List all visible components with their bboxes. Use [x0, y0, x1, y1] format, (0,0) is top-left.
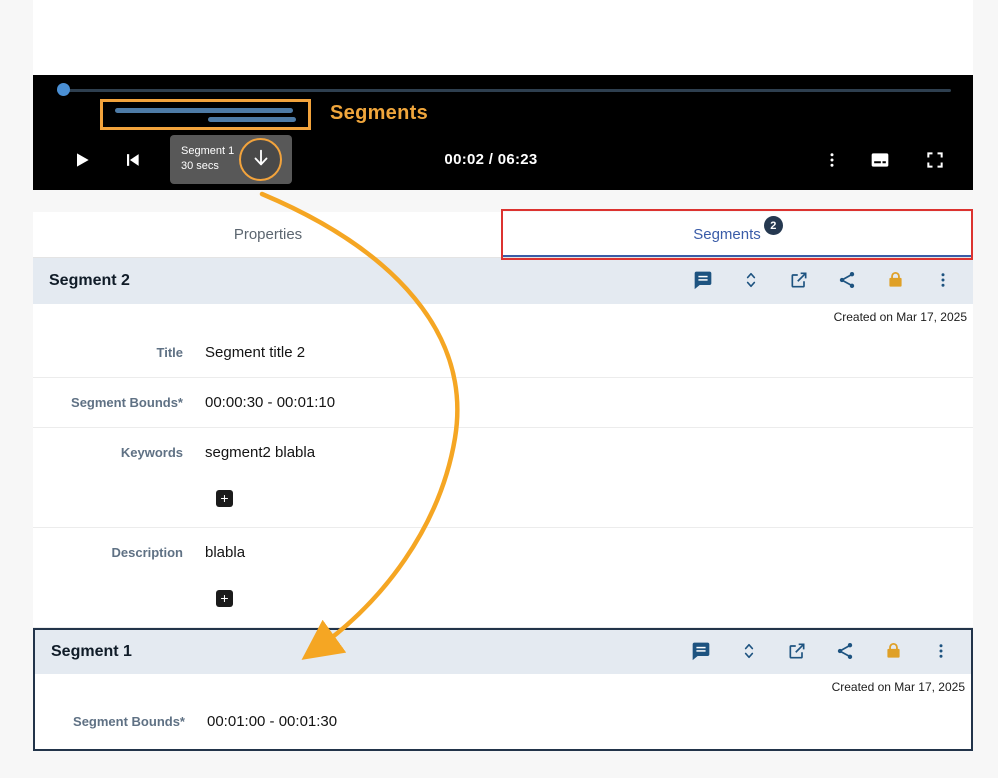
open-in-new-button[interactable] — [787, 642, 807, 662]
scroll-to-segment-button[interactable] — [239, 138, 282, 181]
video-player: Segments Segment 1 30 secs 00:02 / 06:23 — [33, 75, 973, 190]
add-keyword-button[interactable]: + — [216, 490, 233, 507]
comment-icon — [691, 641, 711, 664]
segment-menu-button[interactable] — [931, 642, 951, 662]
play-icon — [72, 150, 92, 170]
share-icon — [837, 270, 857, 293]
seek-handle[interactable] — [57, 83, 70, 96]
field-label: Keywords — [33, 443, 183, 507]
segment-2-header: Segment 2 — [33, 258, 973, 304]
segment-card-2: Segment 2 — [33, 258, 973, 628]
comment-icon — [693, 270, 713, 293]
open-in-new-button[interactable] — [789, 271, 809, 291]
collapse-expand-button[interactable] — [739, 642, 759, 662]
segments-count-badge: 2 — [764, 216, 783, 235]
field-row-bounds: Segment Bounds* 00:00:30 - 00:01:10 — [33, 378, 973, 428]
segment-menu-button[interactable] — [933, 271, 953, 291]
field-row-bounds: Segment Bounds* 00:01:00 - 00:01:30 — [35, 698, 971, 749]
fullscreen-icon — [925, 150, 945, 170]
unfold-more-icon — [741, 270, 761, 293]
more-vert-icon — [934, 271, 952, 292]
tab-properties[interactable]: Properties — [33, 212, 503, 257]
page: { "player": { "overlay_title": "Segments… — [0, 0, 998, 778]
field-label: Title — [33, 343, 183, 362]
open-in-new-icon — [789, 270, 809, 293]
field-value: Segment title 2 — [205, 343, 305, 362]
field-value: 00:00:30 - 00:01:10 — [205, 393, 335, 412]
created-date: Created on Mar 17, 2025 — [33, 304, 973, 328]
lock-icon — [886, 270, 905, 292]
field-label: Segment Bounds* — [33, 393, 183, 412]
waveform-bar — [115, 108, 293, 113]
subtitles-button[interactable] — [867, 147, 893, 173]
segment-actions — [691, 642, 955, 662]
more-vert-icon — [823, 151, 841, 169]
details-panel: Properties Segments 2 Segment 2 — [33, 212, 973, 751]
lock-icon — [884, 641, 903, 663]
share-icon — [835, 641, 855, 664]
waveform-highlight-annotation — [100, 99, 311, 130]
lock-button[interactable] — [885, 271, 905, 291]
tab-properties-label: Properties — [234, 226, 302, 243]
field-label: Segment Bounds* — [35, 712, 185, 731]
tab-bar: Properties Segments 2 — [33, 212, 973, 258]
player-overlay-title: Segments — [330, 102, 428, 125]
time-display: 00:02 / 06:23 — [386, 151, 596, 168]
top-content-card — [33, 0, 973, 75]
field-value: segment2 blabla — [205, 443, 315, 462]
tab-segments[interactable]: Segments 2 — [503, 212, 973, 257]
fullscreen-button[interactable] — [922, 147, 948, 173]
created-date: Created on Mar 17, 2025 — [35, 674, 971, 698]
segment-1-header: Segment 1 — [35, 630, 971, 674]
field-row-title: Title Segment title 2 — [33, 328, 973, 378]
segment-actions — [693, 271, 957, 291]
open-in-new-icon — [787, 641, 807, 664]
skip-previous-icon — [122, 150, 142, 170]
player-menu-button[interactable] — [819, 147, 845, 173]
play-button[interactable] — [69, 147, 95, 173]
segment-title: Segment 1 — [51, 643, 132, 661]
seek-bar[interactable] — [57, 89, 951, 92]
comment-button[interactable] — [691, 642, 711, 662]
add-description-button[interactable]: + — [216, 590, 233, 607]
down-arrow-icon — [250, 147, 272, 172]
field-row-description: Description blabla + — [33, 528, 973, 628]
collapse-expand-button[interactable] — [741, 271, 761, 291]
tab-segments-label: Segments — [693, 226, 761, 243]
subtitles-icon — [870, 150, 890, 170]
field-value: 00:01:00 - 00:01:30 — [207, 712, 337, 731]
comment-button[interactable] — [693, 271, 713, 291]
unfold-more-icon — [739, 641, 759, 664]
share-button[interactable] — [835, 642, 855, 662]
segment-title: Segment 2 — [49, 272, 130, 290]
lock-button[interactable] — [883, 642, 903, 662]
field-value: blabla — [205, 543, 245, 562]
field-label: Description — [33, 543, 183, 607]
more-vert-icon — [932, 642, 950, 663]
field-row-keywords: Keywords segment2 blabla + — [33, 428, 973, 528]
share-button[interactable] — [837, 271, 857, 291]
waveform-bar — [208, 117, 296, 122]
segment-card-1: Segment 1 — [33, 628, 973, 751]
skip-previous-button[interactable] — [119, 147, 145, 173]
